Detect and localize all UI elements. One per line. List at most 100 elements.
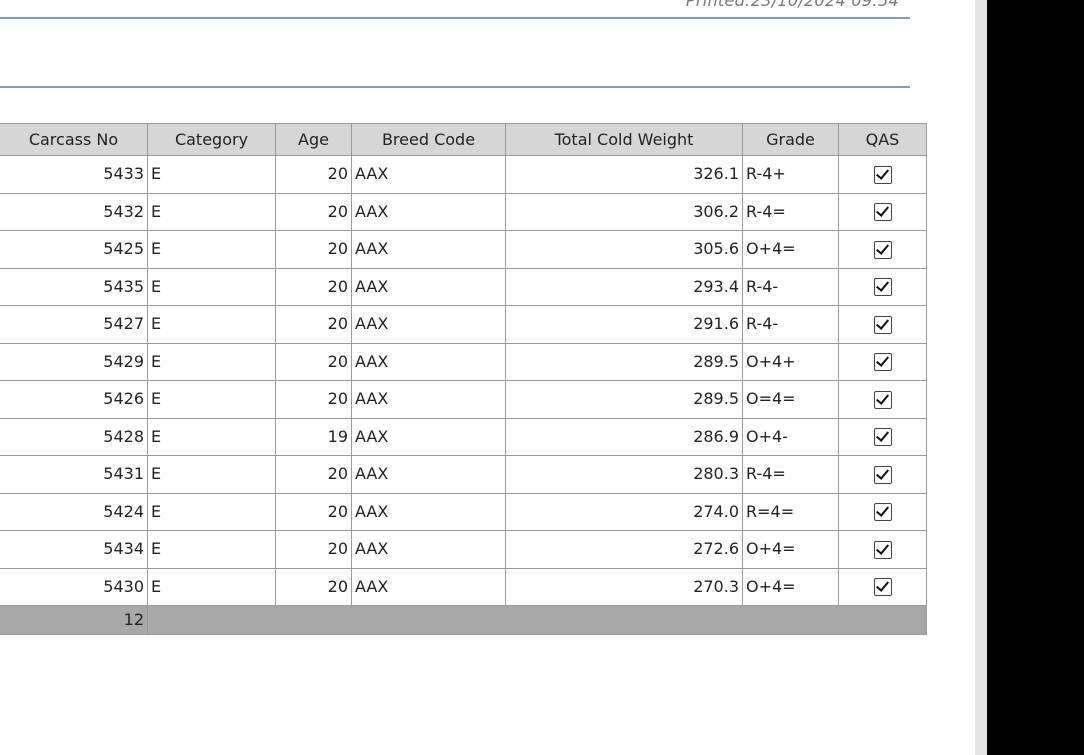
table-row[interactable]: 5425 E 20 AAX 305.6 O+4= <box>0 230 927 269</box>
cell-grade: O+4= <box>742 567 839 606</box>
table-body: 5433 E 20 AAX 326.1 R-4+ 5432 E 20 AAX 306.2 R-4= 54… <box>0 155 927 606</box>
cell-qas <box>838 192 927 231</box>
column-header-carcass-no[interactable]: Carcass No <box>0 123 148 156</box>
cell-category: E <box>147 417 276 456</box>
header-divider-bottom <box>0 86 910 88</box>
cell-carcass-no: 5427 <box>0 305 148 344</box>
checkbox-checked-icon[interactable] <box>873 503 892 521</box>
carcass-table: Carcass No Category Age Breed Code Total… <box>0 123 927 635</box>
printed-timestamp: Printed:23/10/2024 09:54 <box>685 0 899 10</box>
cell-grade: R-4- <box>742 305 839 344</box>
cell-qas <box>838 267 927 306</box>
table-row[interactable]: 5424 E 20 AAX 274.0 R=4= <box>0 492 927 531</box>
column-header-age[interactable]: Age <box>275 123 352 156</box>
cell-category: E <box>147 455 276 494</box>
cell-total-cold-weight: 270.3 <box>505 567 743 606</box>
cell-category: E <box>147 492 276 531</box>
checkbox-checked-icon[interactable] <box>873 203 892 221</box>
cell-grade: R=4= <box>742 492 839 531</box>
cell-carcass-no: 5434 <box>0 530 148 569</box>
cell-carcass-no: 5432 <box>0 192 148 231</box>
cell-category: E <box>147 192 276 231</box>
cell-qas <box>838 380 927 419</box>
table-row[interactable]: 5433 E 20 AAX 326.1 R-4+ <box>0 155 927 194</box>
cell-breed-code: AAX <box>351 492 506 531</box>
table-row[interactable]: 5428 E 19 AAX 286.9 O+4- <box>0 417 927 456</box>
cell-breed-code: AAX <box>351 380 506 419</box>
cell-category: E <box>147 230 276 269</box>
column-header-qas[interactable]: QAS <box>838 123 927 156</box>
cell-age: 20 <box>275 230 352 269</box>
window-edge <box>975 0 987 755</box>
cell-age: 20 <box>275 342 352 381</box>
cell-total-cold-weight: 274.0 <box>505 492 743 531</box>
cell-breed-code: AAX <box>351 567 506 606</box>
checkbox-checked-icon[interactable] <box>873 353 892 371</box>
cell-grade: O+4- <box>742 417 839 456</box>
cell-grade: O=4= <box>742 380 839 419</box>
cell-carcass-no: 5426 <box>0 380 148 419</box>
table-row[interactable]: 5435 E 20 AAX 293.4 R-4- <box>0 267 927 306</box>
column-header-category[interactable]: Category <box>147 123 276 156</box>
table-row[interactable]: 5432 E 20 AAX 306.2 R-4= <box>0 192 927 231</box>
table-row[interactable]: 5427 E 20 AAX 291.6 R-4- <box>0 305 927 344</box>
checkbox-checked-icon[interactable] <box>873 540 892 559</box>
cell-age: 20 <box>275 492 352 531</box>
cell-qas <box>838 455 927 494</box>
cell-category: E <box>147 530 276 569</box>
cell-grade: O+4= <box>742 230 839 269</box>
table-row[interactable]: 5431 E 20 AAX 280.3 R-4= <box>0 455 927 494</box>
checkbox-checked-icon[interactable] <box>873 240 892 259</box>
cell-breed-code: AAX <box>351 155 506 194</box>
cell-qas <box>838 417 927 456</box>
cell-qas <box>838 155 927 194</box>
cell-total-cold-weight: 289.5 <box>505 342 743 381</box>
cell-carcass-no: 5429 <box>0 342 148 381</box>
cell-total-cold-weight: 280.3 <box>505 455 743 494</box>
checkbox-checked-icon[interactable] <box>873 278 892 296</box>
cell-category: E <box>147 155 276 194</box>
cell-grade: O+4+ <box>742 342 839 381</box>
cell-total-cold-weight: 289.5 <box>505 380 743 419</box>
table-header-row: Carcass No Category Age Breed Code Total… <box>0 123 927 156</box>
column-header-total-cold-weight[interactable]: Total Cold Weight <box>505 123 743 156</box>
cell-category: E <box>147 305 276 344</box>
cell-grade: R-4= <box>742 455 839 494</box>
footer-filler <box>147 605 927 635</box>
checkbox-checked-icon[interactable] <box>873 578 892 596</box>
cell-total-cold-weight: 306.2 <box>505 192 743 231</box>
checkbox-checked-icon[interactable] <box>873 315 892 334</box>
cell-breed-code: AAX <box>351 305 506 344</box>
cell-age: 19 <box>275 417 352 456</box>
cell-breed-code: AAX <box>351 267 506 306</box>
cell-qas <box>838 230 927 269</box>
checkbox-checked-icon[interactable] <box>873 428 892 446</box>
cell-total-cold-weight: 305.6 <box>505 230 743 269</box>
column-header-breed-code[interactable]: Breed Code <box>351 123 506 156</box>
cell-carcass-no: 5424 <box>0 492 148 531</box>
cell-grade: O+4= <box>742 530 839 569</box>
header-divider-top <box>0 17 910 19</box>
table-row[interactable]: 5434 E 20 AAX 272.6 O+4= <box>0 530 927 569</box>
cell-age: 20 <box>275 530 352 569</box>
cell-category: E <box>147 342 276 381</box>
cell-total-cold-weight: 293.4 <box>505 267 743 306</box>
checkbox-checked-icon[interactable] <box>873 165 892 184</box>
cell-age: 20 <box>275 267 352 306</box>
cell-qas <box>838 567 927 606</box>
cell-grade: R-4+ <box>742 155 839 194</box>
report-page: Printed:23/10/2024 09:54 Carcass No Cate… <box>0 0 975 755</box>
checkbox-checked-icon[interactable] <box>873 465 892 484</box>
cell-carcass-no: 5425 <box>0 230 148 269</box>
checkbox-checked-icon[interactable] <box>873 390 892 409</box>
cell-age: 20 <box>275 155 352 194</box>
table-row[interactable]: 5430 E 20 AAX 270.3 O+4= <box>0 567 927 606</box>
column-header-grade[interactable]: Grade <box>742 123 839 156</box>
table-row[interactable]: 5426 E 20 AAX 289.5 O=4= <box>0 380 927 419</box>
cell-qas <box>838 530 927 569</box>
cell-age: 20 <box>275 380 352 419</box>
footer-count: 12 <box>0 605 148 635</box>
cell-total-cold-weight: 326.1 <box>505 155 743 194</box>
table-row[interactable]: 5429 E 20 AAX 289.5 O+4+ <box>0 342 927 381</box>
cell-carcass-no: 5433 <box>0 155 148 194</box>
